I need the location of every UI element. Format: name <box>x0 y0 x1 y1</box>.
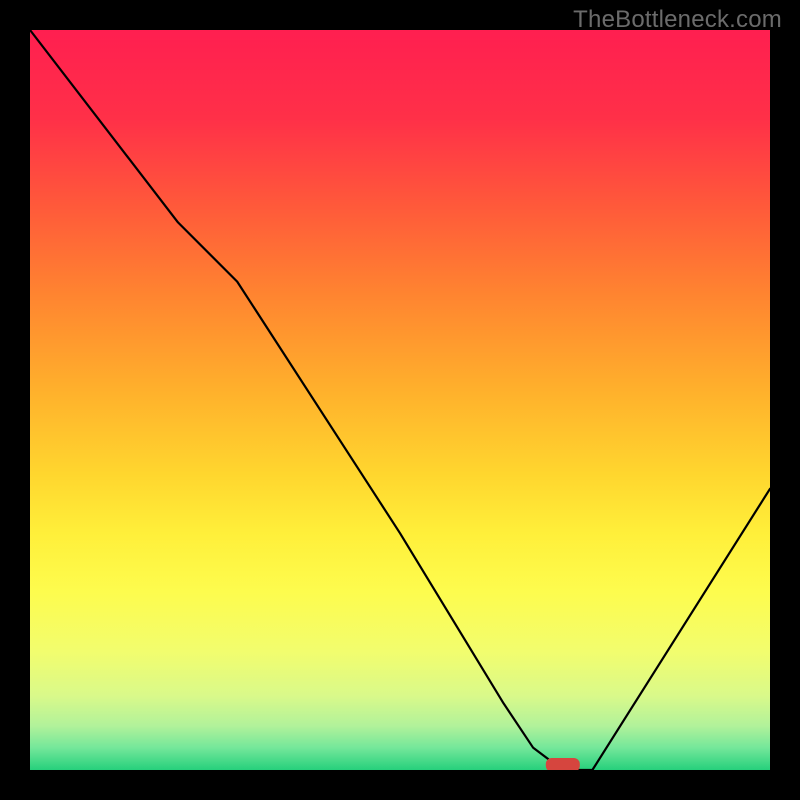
chart-background <box>30 30 770 770</box>
chart-frame: TheBottleneck.com <box>0 0 800 800</box>
optimal-marker <box>546 758 580 770</box>
watermark-text: TheBottleneck.com <box>573 6 782 34</box>
bottleneck-chart <box>30 30 770 770</box>
plot-area <box>30 30 770 770</box>
